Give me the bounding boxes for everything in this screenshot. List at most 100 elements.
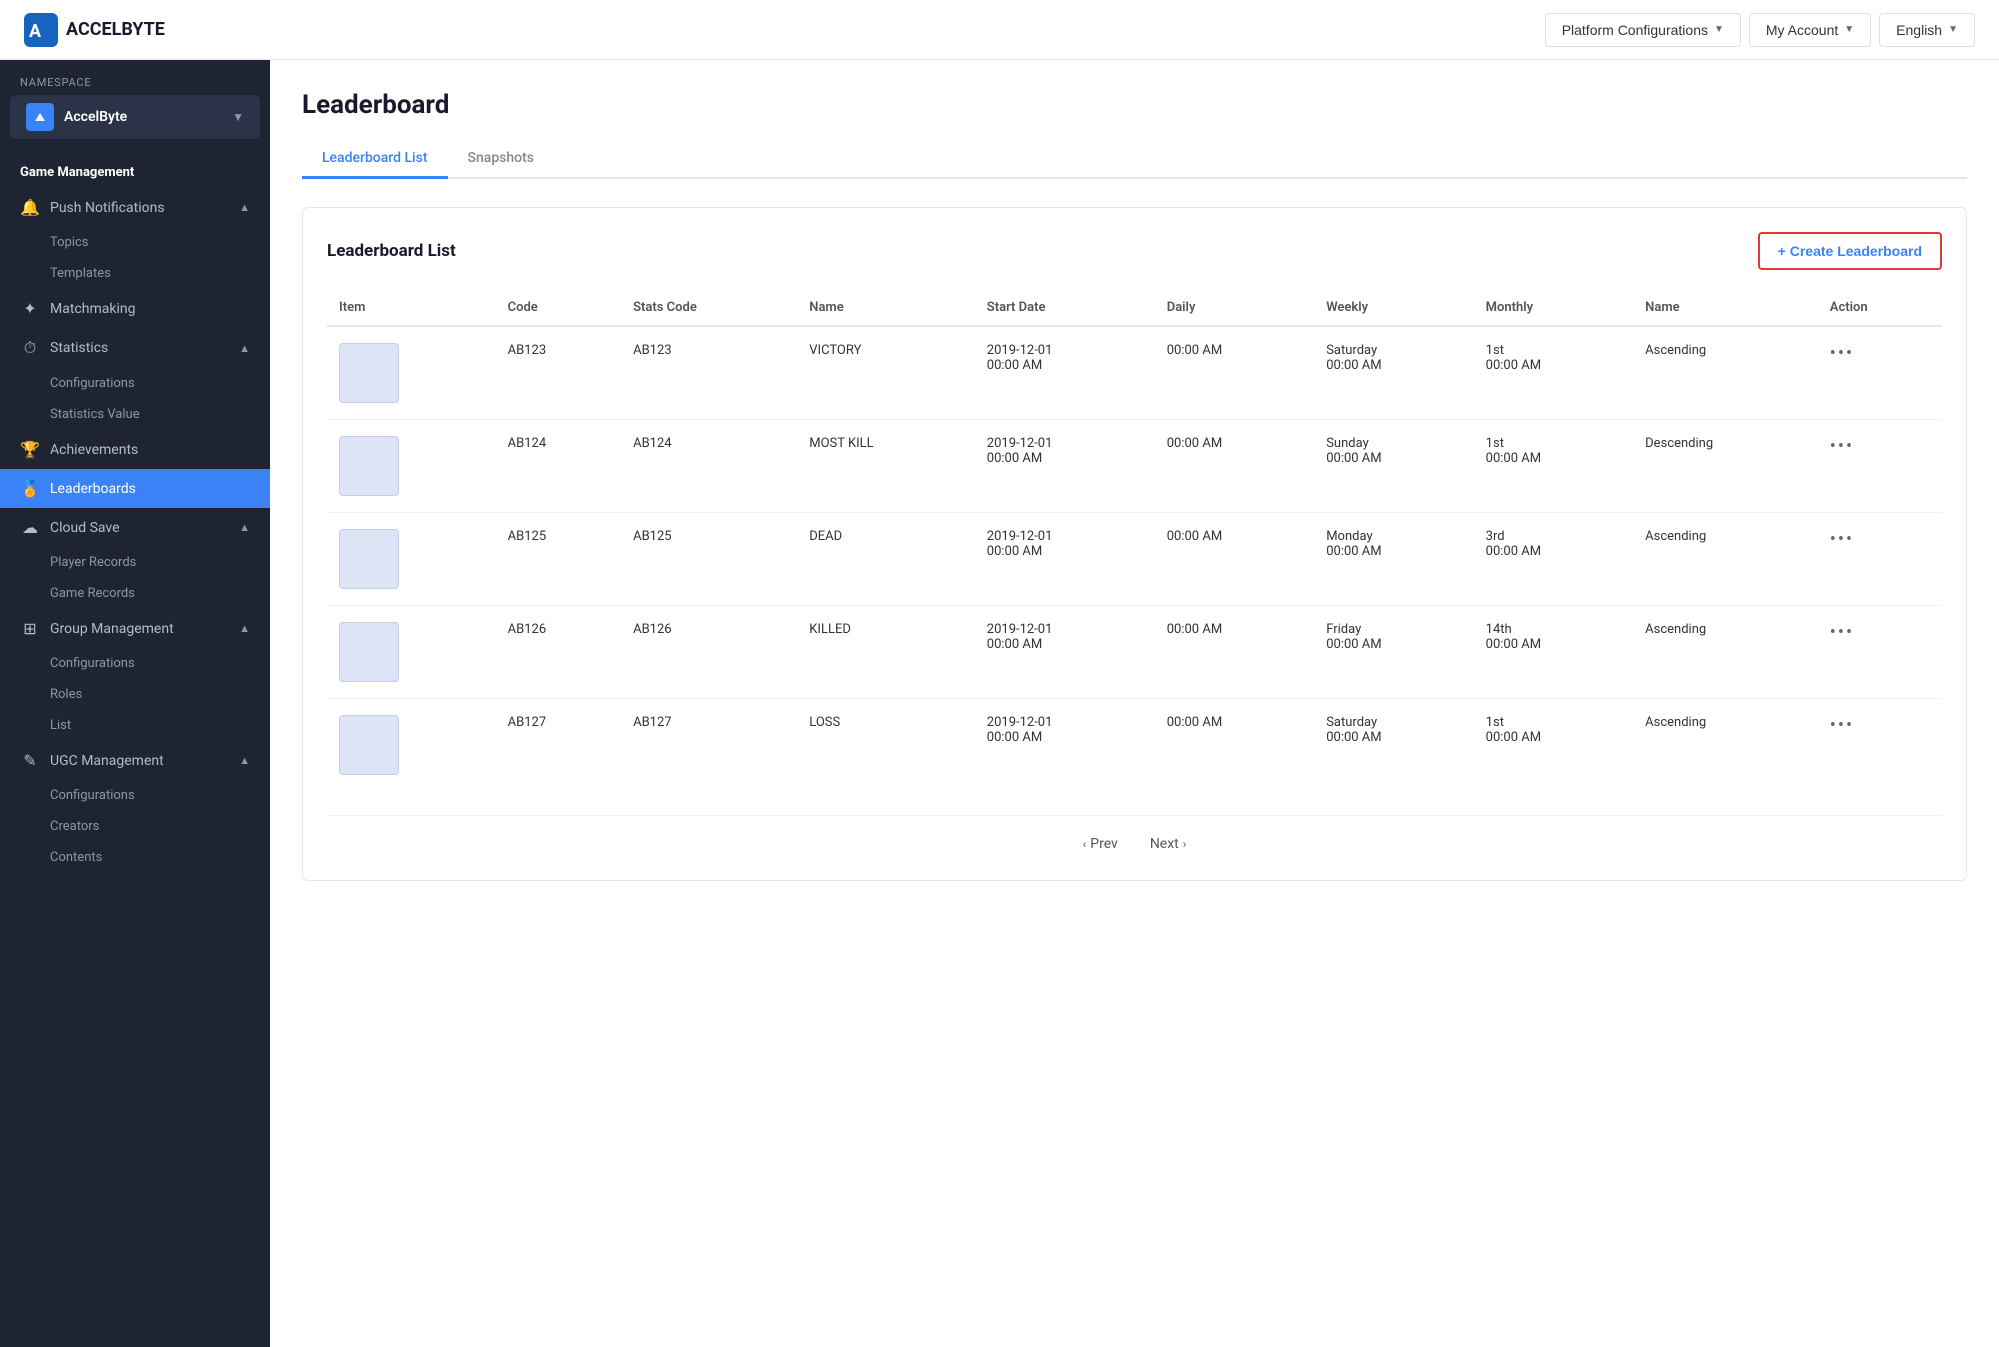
- sidebar-item-group-configurations[interactable]: Configurations: [0, 648, 270, 679]
- table-row: AB125AB125DEAD2019-12-01 00:00 AM00:00 A…: [327, 513, 1942, 606]
- cell-start-date: 2019-12-01 00:00 AM: [975, 699, 1155, 792]
- table-row: AB126AB126KILLED2019-12-01 00:00 AM00:00…: [327, 606, 1942, 699]
- namespace-icon: [26, 103, 54, 131]
- sidebar-item-push-notifications-label: Push Notifications: [50, 200, 229, 216]
- cell-stats-code: AB126: [621, 606, 797, 699]
- sidebar-item-matchmaking[interactable]: ✦ Matchmaking: [0, 289, 270, 328]
- sidebar-item-statistics-value[interactable]: Statistics Value: [0, 399, 270, 430]
- cell-monthly: 1st 00:00 AM: [1474, 420, 1633, 513]
- my-account-label: My Account: [1766, 22, 1838, 38]
- page-title: Leaderboard: [302, 90, 1967, 120]
- sidebar-item-templates[interactable]: Templates: [0, 258, 270, 289]
- cell-name: MOST KILL: [797, 420, 975, 513]
- sidebar-item-contents[interactable]: Contents: [0, 842, 270, 873]
- cell-name: DEAD: [797, 513, 975, 606]
- sidebar-item-achievements[interactable]: 🏆 Achievements: [0, 430, 270, 469]
- prev-button[interactable]: ‹ Prev: [1075, 832, 1126, 856]
- language-label: English: [1896, 22, 1942, 38]
- table-header: Item Code Stats Code Name Start Date Dai…: [327, 290, 1942, 326]
- sidebar-item-topics[interactable]: Topics: [0, 227, 270, 258]
- col-daily: Daily: [1155, 290, 1314, 326]
- sidebar-item-player-records[interactable]: Player Records: [0, 547, 270, 578]
- push-notifications-chevron-icon: ▲: [239, 201, 250, 214]
- sidebar-item-leaderboards[interactable]: 🏅 Leaderboards: [0, 469, 270, 508]
- table-body: AB123AB123VICTORY2019-12-01 00:00 AM00:0…: [327, 326, 1942, 791]
- sidebar-item-statistics[interactable]: ⏱ Statistics ▲: [0, 328, 270, 368]
- cell-monthly: 14th 00:00 AM: [1474, 606, 1633, 699]
- cell-action[interactable]: •••: [1818, 420, 1942, 513]
- cell-action[interactable]: •••: [1818, 513, 1942, 606]
- sidebar-item-group-management[interactable]: ⊞ Group Management ▲: [0, 609, 270, 648]
- sidebar-item-configurations[interactable]: Configurations: [0, 368, 270, 399]
- pagination: ‹ Prev Next ›: [327, 815, 1942, 856]
- cell-sort-name: Ascending: [1633, 606, 1818, 699]
- sidebar-item-game-records[interactable]: Game Records: [0, 578, 270, 609]
- cell-weekly: Friday 00:00 AM: [1314, 606, 1473, 699]
- sidebar-item-list-label: List: [50, 718, 71, 733]
- next-label: Next: [1150, 836, 1179, 852]
- cloud-save-icon: ☁: [20, 518, 40, 537]
- item-thumbnail-image: [339, 343, 399, 403]
- sidebar-section-title: Game Management: [0, 155, 270, 188]
- sidebar-item-achievements-label: Achievements: [50, 442, 250, 458]
- cell-start-date: 2019-12-01 00:00 AM: [975, 326, 1155, 420]
- sidebar-item-list[interactable]: List: [0, 710, 270, 741]
- namespace-name: AccelByte: [64, 109, 222, 125]
- statistics-icon: ⏱: [20, 338, 40, 358]
- cell-sort-name: Ascending: [1633, 513, 1818, 606]
- ugc-management-chevron-icon: ▲: [239, 754, 250, 767]
- col-stats-code: Stats Code: [621, 290, 797, 326]
- action-menu-button[interactable]: •••: [1830, 436, 1854, 457]
- cell-item-thumbnail: [327, 513, 496, 606]
- col-name: Name: [797, 290, 975, 326]
- namespace-selector[interactable]: AccelByte ▼: [10, 95, 260, 139]
- leaderboards-icon: 🏅: [20, 479, 40, 498]
- action-menu-button[interactable]: •••: [1830, 622, 1854, 643]
- action-menu-button[interactable]: •••: [1830, 343, 1854, 364]
- cell-weekly: Sunday 00:00 AM: [1314, 420, 1473, 513]
- cell-action[interactable]: •••: [1818, 699, 1942, 792]
- top-navigation: A ACCELBYTE Platform Configurations ▼ My…: [0, 0, 1999, 60]
- sidebar-item-roles[interactable]: Roles: [0, 679, 270, 710]
- cell-action[interactable]: •••: [1818, 606, 1942, 699]
- sidebar-item-statistics-label: Statistics: [50, 340, 229, 356]
- cell-sort-name: Descending: [1633, 420, 1818, 513]
- prev-chevron-icon: ‹: [1083, 837, 1087, 851]
- logo-text: ACCELBYTE: [66, 19, 165, 40]
- sidebar-item-ugc-management[interactable]: ✎ UGC Management ▲: [0, 741, 270, 780]
- cell-daily: 00:00 AM: [1155, 513, 1314, 606]
- create-leaderboard-button[interactable]: + Create Leaderboard: [1758, 232, 1942, 270]
- language-dropdown[interactable]: English ▼: [1879, 13, 1975, 47]
- col-action: Action: [1818, 290, 1942, 326]
- cell-start-date: 2019-12-01 00:00 AM: [975, 606, 1155, 699]
- cell-monthly: 3rd 00:00 AM: [1474, 513, 1633, 606]
- cell-item-thumbnail: [327, 606, 496, 699]
- tab-snapshots[interactable]: Snapshots: [448, 140, 554, 179]
- prev-label: Prev: [1090, 836, 1118, 852]
- statistics-chevron-icon: ▲: [239, 342, 250, 355]
- cell-action[interactable]: •••: [1818, 326, 1942, 420]
- sidebar-item-contents-label: Contents: [50, 850, 102, 865]
- sidebar-item-creators[interactable]: Creators: [0, 811, 270, 842]
- item-thumbnail-image: [339, 436, 399, 496]
- cell-start-date: 2019-12-01 00:00 AM: [975, 420, 1155, 513]
- sidebar-item-push-notifications[interactable]: 🔔 Push Notifications ▲: [0, 188, 270, 227]
- sidebar-item-leaderboards-label: Leaderboards: [50, 481, 250, 497]
- next-button[interactable]: Next ›: [1142, 832, 1195, 856]
- col-sort-name: Name: [1633, 290, 1818, 326]
- my-account-dropdown[interactable]: My Account ▼: [1749, 13, 1871, 47]
- sidebar-item-player-records-label: Player Records: [50, 555, 136, 570]
- action-menu-button[interactable]: •••: [1830, 715, 1854, 736]
- action-menu-button[interactable]: •••: [1830, 529, 1854, 550]
- sidebar-item-cloud-save[interactable]: ☁ Cloud Save ▲: [0, 508, 270, 547]
- platform-config-dropdown[interactable]: Platform Configurations ▼: [1545, 13, 1741, 47]
- leaderboard-list-section: Leaderboard List + Create Leaderboard It…: [302, 207, 1967, 881]
- tab-leaderboard-list[interactable]: Leaderboard List: [302, 140, 448, 179]
- sidebar-item-ugc-configurations[interactable]: Configurations: [0, 780, 270, 811]
- cell-daily: 00:00 AM: [1155, 699, 1314, 792]
- sidebar-item-ugc-management-label: UGC Management: [50, 753, 229, 769]
- cell-item-thumbnail: [327, 699, 496, 792]
- cell-code: AB123: [496, 326, 621, 420]
- cell-stats-code: AB123: [621, 326, 797, 420]
- cell-stats-code: AB124: [621, 420, 797, 513]
